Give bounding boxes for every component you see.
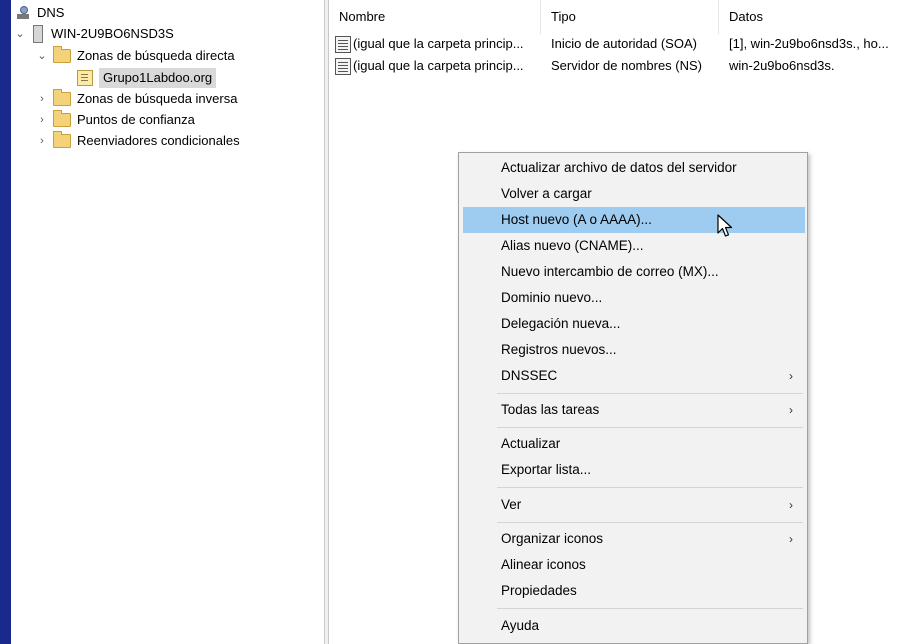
menu-separator: [497, 427, 803, 428]
column-header-type[interactable]: Tipo: [541, 0, 719, 34]
cell-type: Servidor de nombres (NS): [551, 58, 702, 73]
table-row[interactable]: (igual que la carpeta princip... Servido…: [335, 55, 895, 77]
menu-separator: [497, 522, 803, 523]
menu-item-all-tasks-label: Todas las tareas: [501, 402, 600, 417]
tree-node-server[interactable]: ⌄ WIN-2U9BO6NSD3S: [13, 24, 174, 44]
menu-item-new-delegation[interactable]: Delegación nueva...: [463, 311, 805, 337]
cell-name: (igual que la carpeta princip...: [353, 58, 524, 73]
folder-icon: [53, 89, 71, 106]
menu-item-view[interactable]: Ver ›: [463, 492, 805, 518]
dns-server-icon: [17, 6, 29, 20]
menu-item-update-server-data-file[interactable]: Actualizar archivo de datos del servidor: [463, 155, 805, 181]
chevron-right-icon: ›: [789, 403, 793, 417]
tree-label-trust-points: Puntos de confianza: [77, 112, 195, 127]
chevron-down-icon[interactable]: ⌄: [35, 46, 49, 66]
chevron-right-icon[interactable]: ›: [35, 110, 49, 130]
menu-item-export-list[interactable]: Exportar lista...: [463, 457, 805, 483]
menu-item-other-new-records[interactable]: Registros nuevos...: [463, 337, 805, 363]
menu-item-all-tasks[interactable]: Todas las tareas ›: [463, 397, 805, 423]
tree-node-trust-points[interactable]: › Puntos de confianza: [35, 110, 195, 130]
menu-item-dnssec[interactable]: DNSSEC ›: [463, 363, 805, 389]
mouse-pointer-icon: [717, 214, 733, 237]
menu-item-arrange-icons[interactable]: Organizar iconos ›: [463, 526, 805, 552]
tree-label-conditional-forwarders: Reenviadores condicionales: [77, 133, 240, 148]
menu-item-properties[interactable]: Propiedades: [463, 578, 805, 604]
menu-item-help[interactable]: Ayuda: [463, 613, 805, 639]
menu-separator: [497, 393, 803, 394]
folder-icon: [53, 46, 71, 63]
menu-item-new-domain[interactable]: Dominio nuevo...: [463, 285, 805, 311]
context-menu: Actualizar archivo de datos del servidor…: [458, 152, 808, 644]
console-tree[interactable]: DNS ⌄ WIN-2U9BO6NSD3S ⌄ Zonas de búsqued…: [11, 0, 325, 644]
tree-label-dns: DNS: [37, 5, 65, 20]
folder-icon: [53, 131, 71, 148]
menu-item-dnssec-label: DNSSEC: [501, 368, 558, 383]
tree-node-dns[interactable]: DNS: [15, 3, 64, 23]
server-icon: [33, 25, 43, 43]
tree-node-reverse-zones[interactable]: › Zonas de búsqueda inversa: [35, 89, 237, 109]
chevron-right-icon[interactable]: ›: [35, 89, 49, 109]
zone-file-icon: [77, 70, 93, 86]
menu-item-line-up-icons[interactable]: Alinear iconos: [463, 552, 805, 578]
menu-separator: [497, 487, 803, 488]
menu-item-arrange-icons-label: Organizar iconos: [501, 531, 604, 546]
chevron-right-icon: ›: [789, 532, 793, 546]
record-icon: [335, 36, 351, 54]
tree-label-selected-zone: Grupo1Labdoo.org: [99, 68, 217, 88]
tree-node-forward-zones[interactable]: ⌄ Zonas de búsqueda directa: [35, 46, 235, 66]
menu-item-refresh[interactable]: Actualizar: [463, 431, 805, 457]
tree-label-server: WIN-2U9BO6NSD3S: [51, 26, 174, 41]
cell-name: (igual que la carpeta princip...: [353, 36, 524, 51]
tree-label-reverse-zones: Zonas de búsqueda inversa: [77, 91, 238, 106]
folder-icon: [53, 110, 71, 127]
menu-item-view-label: Ver: [501, 497, 522, 512]
menu-item-new-mail-exchanger[interactable]: Nuevo intercambio de correo (MX)...: [463, 259, 805, 285]
column-header-data[interactable]: Datos: [719, 0, 898, 34]
chevron-right-icon[interactable]: ›: [35, 131, 49, 151]
menu-item-new-host[interactable]: Host nuevo (A o AAAA)...: [463, 207, 805, 233]
menu-separator: [497, 608, 803, 609]
tree-node-conditional-forwarders[interactable]: › Reenviadores condicionales: [35, 131, 240, 151]
column-header-name[interactable]: Nombre: [329, 0, 541, 34]
cell-data: [1], win-2u9bo6nsd3s., ho...: [729, 36, 889, 51]
table-row[interactable]: (igual que la carpeta princip... Inicio …: [335, 33, 895, 55]
tree-node-grupo1labdoo[interactable]: Grupo1Labdoo.org: [73, 68, 217, 88]
cell-type: Inicio de autoridad (SOA): [551, 36, 697, 51]
chevron-down-icon[interactable]: ⌄: [13, 24, 27, 44]
chevron-right-icon: ›: [789, 369, 793, 383]
menu-item-new-alias[interactable]: Alias nuevo (CNAME)...: [463, 233, 805, 259]
chevron-right-icon: ›: [789, 498, 793, 512]
tree-label-forward-zones: Zonas de búsqueda directa: [77, 48, 235, 63]
menu-item-reload[interactable]: Volver a cargar: [463, 181, 805, 207]
cell-data: win-2u9bo6nsd3s.: [729, 58, 835, 73]
record-icon: [335, 58, 351, 76]
